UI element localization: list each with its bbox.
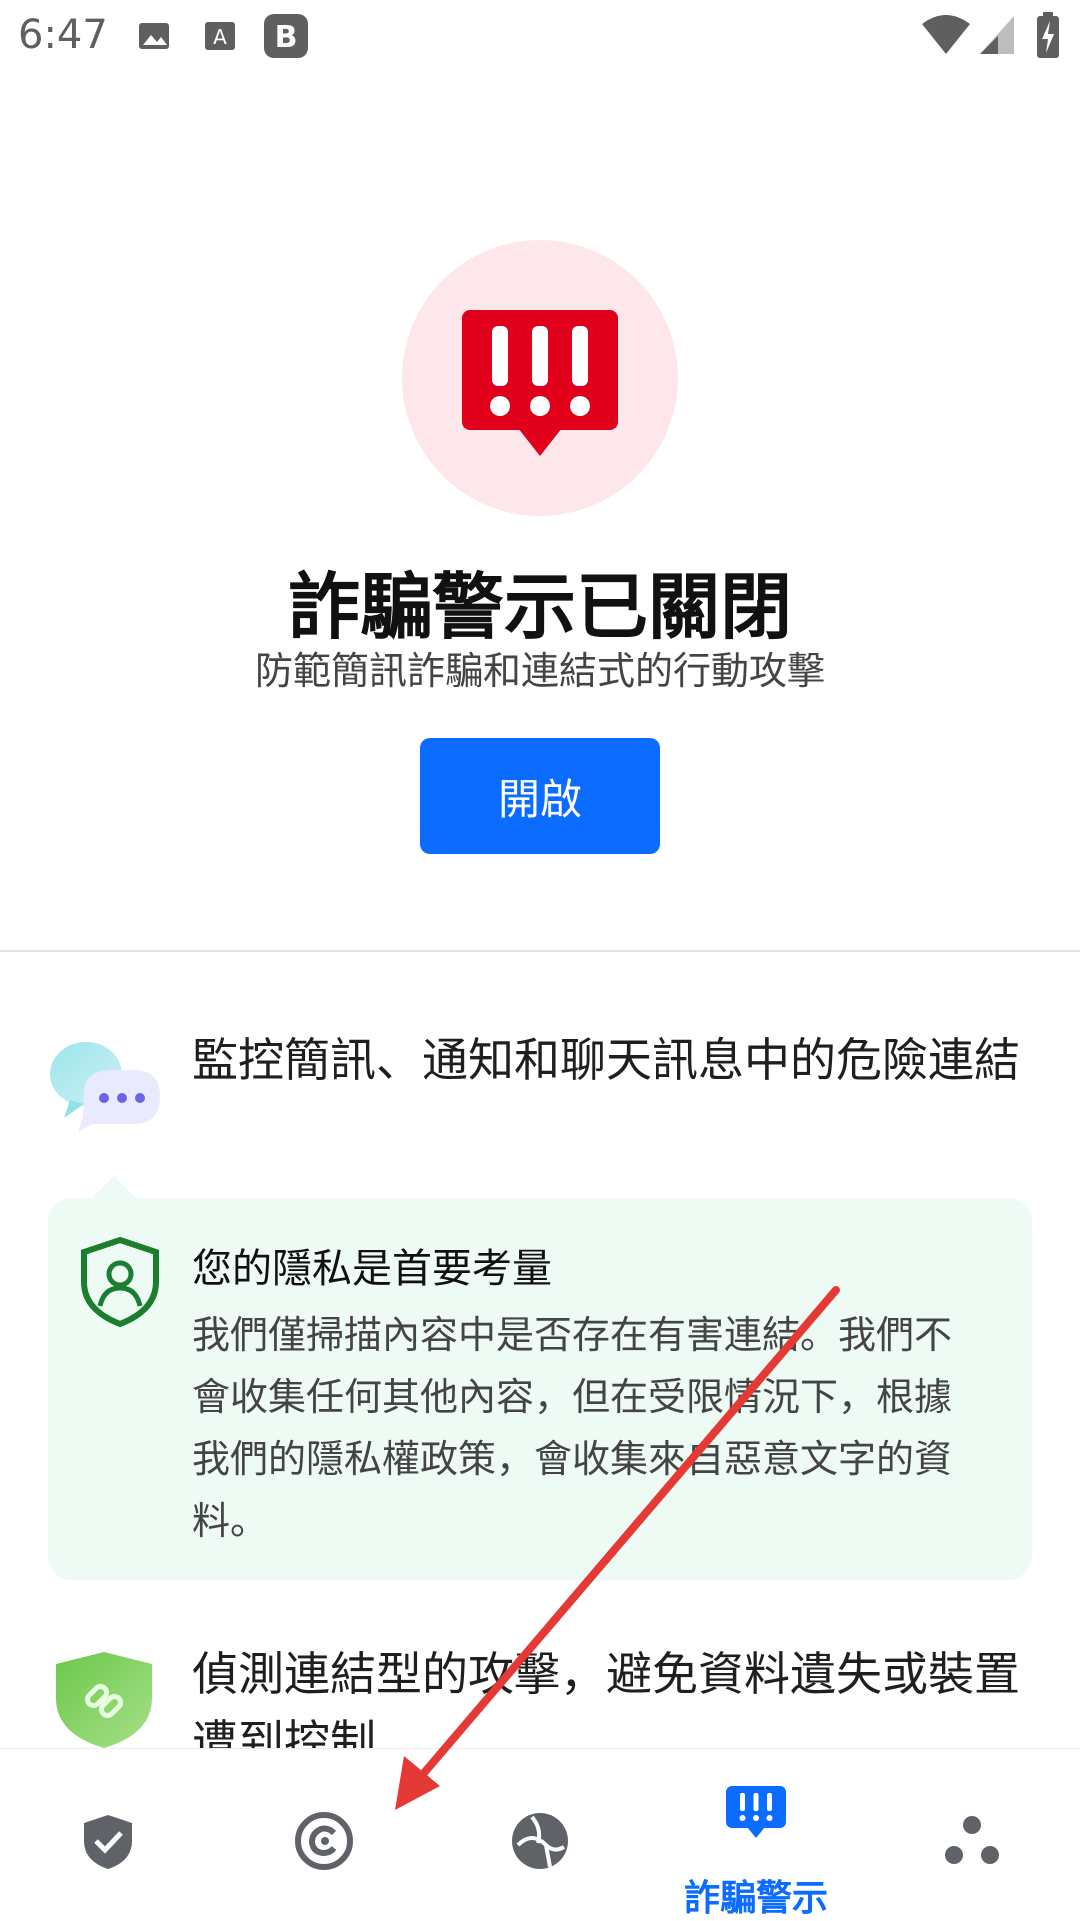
a-icon: A xyxy=(205,22,235,50)
svg-text:A: A xyxy=(213,25,227,49)
nav-item-protection[interactable] xyxy=(0,1749,216,1921)
b-icon: B xyxy=(264,14,308,58)
feature-detect-text: 偵測連結型的攻擊，避免資料遺失或裝置遭到控制 xyxy=(192,1647,1020,1752)
alert-message-icon xyxy=(726,1786,786,1838)
nav-item-c-service[interactable] xyxy=(216,1749,432,1921)
status-time: 6:47 xyxy=(18,12,108,58)
shield-check-icon xyxy=(84,1815,132,1869)
c-circle-icon xyxy=(295,1812,353,1870)
privacy-body: 我們僅掃描內容中是否存在有害連結。我們不會收集任何其他內容，但在受限情況下，根據… xyxy=(192,1313,953,1543)
feature-monitor-text: 監控簡訊、通知和聊天訊息中的危險連結 xyxy=(192,1033,1020,1087)
divider xyxy=(0,950,1080,952)
privacy-title: 您的隱私是首要考量 xyxy=(192,1246,552,1292)
link-shield-icon xyxy=(56,1652,152,1748)
chat-bubbles-icon xyxy=(50,1042,160,1132)
nav-item-ball[interactable] xyxy=(432,1749,648,1921)
nav-label-scam-alert: 詐騙警示 xyxy=(683,1878,828,1919)
nav-item-more[interactable] xyxy=(864,1749,1080,1921)
battery-charging-icon xyxy=(1037,12,1059,58)
page-subtitle: 防範簡訊詐騙和連結式的行動攻擊 xyxy=(254,649,825,693)
privacy-card-pointer xyxy=(90,1176,138,1200)
image-icon xyxy=(139,23,169,49)
bottom-navigation: 詐騙警示 xyxy=(0,1748,1080,1921)
svg-text:B: B xyxy=(275,20,298,55)
page-title: 詐騙警示已關閉 xyxy=(287,565,792,649)
ball-icon xyxy=(512,1813,568,1869)
alert-message-icon xyxy=(462,310,618,456)
user-shield-icon xyxy=(81,1236,159,1328)
status-bar: 6:47 A B xyxy=(0,0,1080,72)
wifi-icon xyxy=(922,15,970,54)
nav-item-scam-alert[interactable]: 詐騙警示 xyxy=(648,1749,864,1921)
dots-icon xyxy=(945,1816,999,1864)
enable-button[interactable]: 開啟 xyxy=(420,738,660,854)
signal-icon xyxy=(980,16,1014,54)
